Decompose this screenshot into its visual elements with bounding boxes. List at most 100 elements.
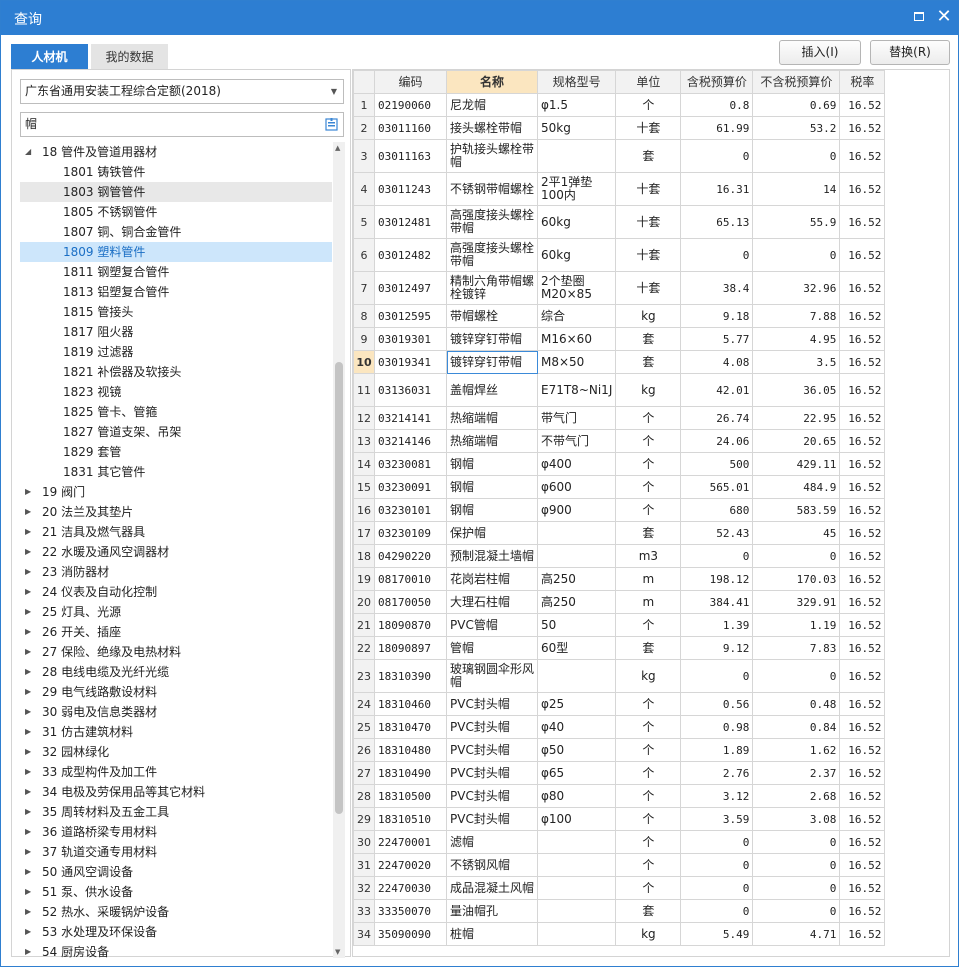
cell-spec[interactable] (536, 659, 617, 693)
tree-item[interactable]: ▶ 52 热水、采暖锅炉设备 (20, 902, 332, 922)
cell-unit[interactable]: 个 (615, 830, 682, 854)
cell-unit[interactable]: 十套 (615, 116, 682, 140)
cell-notax-price[interactable]: 32.96 (752, 271, 841, 305)
cell-tax-rate[interactable]: 16.52 (839, 807, 886, 831)
tree-item[interactable]: 1829 套管 (20, 442, 332, 462)
cell-tax-rate[interactable]: 16.52 (839, 876, 886, 900)
cell-notax-price[interactable]: 14 (752, 172, 841, 206)
cell-code[interactable]: 18090870 (374, 613, 447, 637)
cell-unit[interactable]: 十套 (615, 205, 682, 239)
tree-item[interactable]: 1811 钢塑复合管件 (20, 262, 332, 282)
cell-code[interactable]: 18310480 (374, 738, 447, 762)
tree-item[interactable]: ▶ 30 弱电及信息类器材 (20, 702, 332, 722)
tree-item[interactable]: 1821 补偿器及软接头 (20, 362, 332, 382)
table-row[interactable]: 11 03136031 盖帽焊丝 E71T8~Ni1J kg 42.01 36.05 16.5… (353, 373, 886, 407)
cell-code[interactable]: 18090897 (374, 636, 447, 660)
cell-tax-rate[interactable]: 16.52 (839, 429, 886, 453)
cell-notax-price[interactable]: 0 (752, 544, 841, 568)
cell-code[interactable]: 03012497 (374, 271, 447, 305)
cell-code[interactable]: 04290220 (374, 544, 447, 568)
cell-tax-price[interactable]: 0 (680, 899, 754, 923)
cell-spec[interactable]: 不带气门 (536, 429, 617, 453)
cell-code[interactable]: 03012595 (374, 304, 447, 328)
cell-name[interactable]: 钢帽 (446, 498, 538, 522)
tree-item[interactable]: ▶ 26 开关、插座 (20, 622, 332, 642)
cell-name[interactable]: 尼龙帽 (446, 93, 538, 117)
tree-item[interactable]: 1807 铜、铜合金管件 (20, 222, 332, 242)
cell-spec[interactable] (536, 830, 617, 854)
cell-spec[interactable]: E71T8~Ni1J (536, 373, 617, 407)
cell-name[interactable]: PVC管帽 (446, 613, 538, 637)
cell-name[interactable]: 镀锌穿钉带帽 (446, 350, 538, 374)
cell-spec[interactable]: 综合 (536, 304, 617, 328)
cell-name[interactable]: 保护帽 (446, 521, 538, 545)
cell-name[interactable]: 精制六角带帽螺栓镀锌 (446, 271, 538, 305)
cell-tax-rate[interactable]: 16.52 (839, 116, 886, 140)
cell-tax-price[interactable]: 0.8 (680, 93, 754, 117)
cell-tax-rate[interactable]: 16.52 (839, 659, 886, 693)
cell-code[interactable]: 03230109 (374, 521, 447, 545)
tree-item[interactable]: ▶ 34 电极及劳保用品等其它材料 (20, 782, 332, 802)
cell-tax-rate[interactable]: 16.52 (839, 715, 886, 739)
cell-unit[interactable]: m3 (615, 544, 682, 568)
tree-item[interactable]: ▶ 51 泵、供水设备 (20, 882, 332, 902)
cell-unit[interactable]: 个 (615, 807, 682, 831)
cell-notax-price[interactable]: 0 (752, 853, 841, 877)
cell-unit[interactable]: 个 (615, 452, 682, 476)
cell-unit[interactable]: 个 (615, 784, 682, 808)
tree-item[interactable]: 1817 阻火器 (20, 322, 332, 342)
cell-code[interactable]: 03214146 (374, 429, 447, 453)
cell-name[interactable]: PVC封头帽 (446, 807, 538, 831)
cell-spec[interactable] (536, 899, 617, 923)
cell-code[interactable]: 03019301 (374, 327, 447, 351)
cell-tax-rate[interactable]: 16.52 (839, 738, 886, 762)
scroll-up-icon[interactable]: ▲ (335, 144, 340, 152)
cell-tax-price[interactable]: 4.08 (680, 350, 754, 374)
cell-name[interactable]: PVC封头帽 (446, 715, 538, 739)
table-row[interactable]: 34 35090090 桩帽 kg 5.49 4.71 16.52 (353, 922, 886, 946)
cell-unit[interactable]: kg (615, 304, 682, 328)
expand-icon[interactable]: ▶ (25, 502, 31, 522)
cell-tax-price[interactable]: 565.01 (680, 475, 754, 499)
cell-code[interactable]: 03230091 (374, 475, 447, 499)
tree-item[interactable]: 1823 视镜 (20, 382, 332, 402)
table-row[interactable]: 14 03230081 钢帽 φ400 个 500 429.11 16.52 (353, 452, 886, 476)
tree-item[interactable]: ▶ 33 成型构件及加工件 (20, 762, 332, 782)
cell-notax-price[interactable]: 1.19 (752, 613, 841, 637)
tab-labor-material-machine[interactable]: 人材机 (11, 44, 88, 70)
col-header-code[interactable]: 编码 (374, 70, 447, 94)
cell-spec[interactable]: M8×50 (536, 350, 617, 374)
expand-icon[interactable]: ▶ (25, 902, 31, 922)
tree-item[interactable]: 1819 过滤器 (20, 342, 332, 362)
cell-tax-rate[interactable]: 16.52 (839, 205, 886, 239)
cell-notax-price[interactable]: 0 (752, 659, 841, 693)
cell-name[interactable]: 量油帽孔 (446, 899, 538, 923)
cell-name[interactable]: 热缩端帽 (446, 406, 538, 430)
cell-name[interactable]: PVC封头帽 (446, 784, 538, 808)
cell-name[interactable]: 高强度接头螺栓带帽 (446, 238, 538, 272)
tree-item[interactable]: ▶ 53 水处理及环保设备 (20, 922, 332, 942)
cell-unit[interactable]: 个 (615, 93, 682, 117)
cell-tax-rate[interactable]: 16.52 (839, 590, 886, 614)
cell-tax-rate[interactable]: 16.52 (839, 830, 886, 854)
chevron-down-icon[interactable]: ▼ (331, 80, 337, 103)
cell-tax-price[interactable]: 1.89 (680, 738, 754, 762)
cell-spec[interactable] (536, 876, 617, 900)
cell-spec[interactable]: 50 (536, 613, 617, 637)
cell-notax-price[interactable]: 0.48 (752, 692, 841, 716)
expand-icon[interactable]: ▶ (25, 622, 31, 642)
cell-tax-price[interactable]: 0.98 (680, 715, 754, 739)
scrollbar-thumb[interactable] (335, 362, 343, 814)
expand-icon[interactable]: ▶ (25, 742, 31, 762)
col-header-spec[interactable]: 规格型号 (536, 70, 617, 94)
cell-tax-price[interactable]: 3.12 (680, 784, 754, 808)
cell-notax-price[interactable]: 583.59 (752, 498, 841, 522)
cell-spec[interactable]: φ65 (536, 761, 617, 785)
cell-spec[interactable]: φ100 (536, 807, 617, 831)
cell-spec[interactable]: φ50 (536, 738, 617, 762)
expand-icon[interactable]: ▶ (25, 882, 31, 902)
cell-unit[interactable]: 个 (615, 761, 682, 785)
cell-spec[interactable]: 高250 (536, 590, 617, 614)
tree-item[interactable]: ◢ 18 管件及管道用器材 (20, 142, 332, 162)
table-row[interactable]: 15 03230091 钢帽 φ600 个 565.01 484.9 16.52 (353, 475, 886, 499)
